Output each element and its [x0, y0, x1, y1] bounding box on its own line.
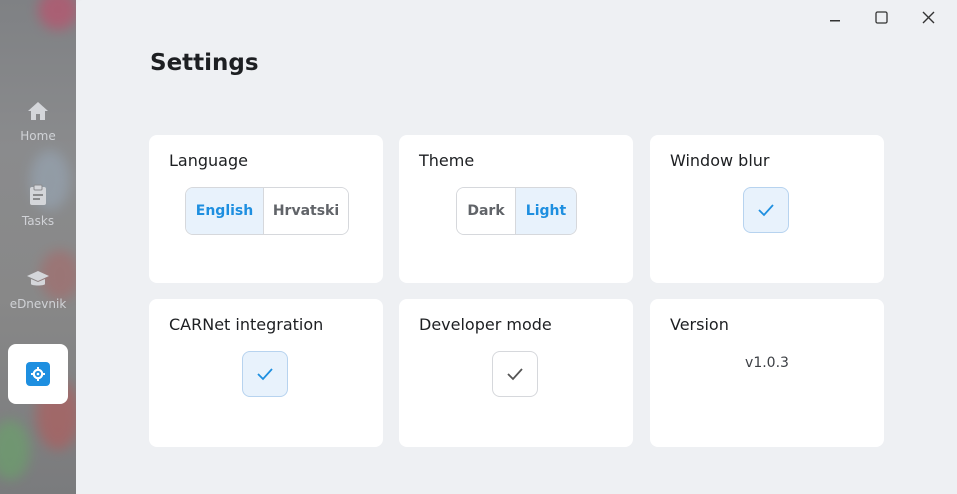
developer-mode-checkbox[interactable]	[492, 351, 538, 397]
sidebar-item-label: eDnevnik	[9, 297, 67, 311]
theme-segmented-control: Dark Light	[456, 187, 577, 235]
language-segmented-control: English Hrvatski	[185, 187, 349, 235]
clipboard-icon	[29, 184, 47, 210]
card-title: Version	[670, 315, 729, 334]
main-panel: Settings Language English Hrvatski Theme…	[76, 0, 957, 494]
developer-mode-card: Developer mode	[399, 299, 633, 447]
theme-option-dark[interactable]: Dark	[457, 188, 515, 234]
page-title: Settings	[150, 50, 259, 76]
background-blur-blob	[38, 0, 76, 30]
carnet-card: CARNet integration	[149, 299, 383, 447]
card-title: Developer mode	[419, 315, 552, 334]
checkmark-icon	[507, 368, 523, 381]
version-value: v1.0.3	[745, 355, 789, 371]
checkmark-icon	[257, 368, 273, 381]
sidebar-item-settings[interactable]	[8, 344, 68, 404]
card-title: CARNet integration	[169, 315, 324, 334]
version-card: Version v1.0.3	[650, 299, 884, 447]
language-card: Language English Hrvatski	[149, 135, 383, 283]
window-blur-checkbox[interactable]	[743, 187, 789, 233]
language-option-hrvatski[interactable]: Hrvatski	[263, 188, 348, 234]
home-icon	[27, 101, 49, 125]
close-button[interactable]	[917, 6, 939, 28]
background-blur-blob	[0, 420, 30, 480]
theme-option-light[interactable]: Light	[515, 188, 576, 234]
minimize-icon	[830, 20, 840, 22]
close-icon	[922, 11, 934, 23]
window-blur-card: Window blur	[650, 135, 884, 283]
sidebar-item-tasks[interactable]: Tasks	[8, 176, 68, 236]
language-option-english[interactable]: English	[186, 188, 263, 234]
minimize-button[interactable]	[824, 6, 846, 28]
gear-icon	[26, 362, 50, 386]
checkmark-icon	[758, 204, 774, 217]
maximize-button[interactable]	[870, 6, 892, 28]
card-title: Language	[169, 151, 248, 170]
graduation-cap-icon	[26, 269, 50, 293]
sidebar-item-label: Home	[20, 129, 56, 143]
carnet-checkbox[interactable]	[242, 351, 288, 397]
card-title: Window blur	[670, 151, 770, 170]
card-title: Theme	[419, 151, 475, 170]
sidebar-item-ednevnik[interactable]: eDnevnik	[8, 260, 68, 320]
sidebar-item-home[interactable]: Home	[8, 92, 68, 152]
sidebar: Home Tasks eDnevnik	[0, 0, 76, 494]
sidebar-item-label: Tasks	[21, 214, 55, 228]
maximize-icon	[874, 10, 888, 24]
theme-card: Theme Dark Light	[399, 135, 633, 283]
